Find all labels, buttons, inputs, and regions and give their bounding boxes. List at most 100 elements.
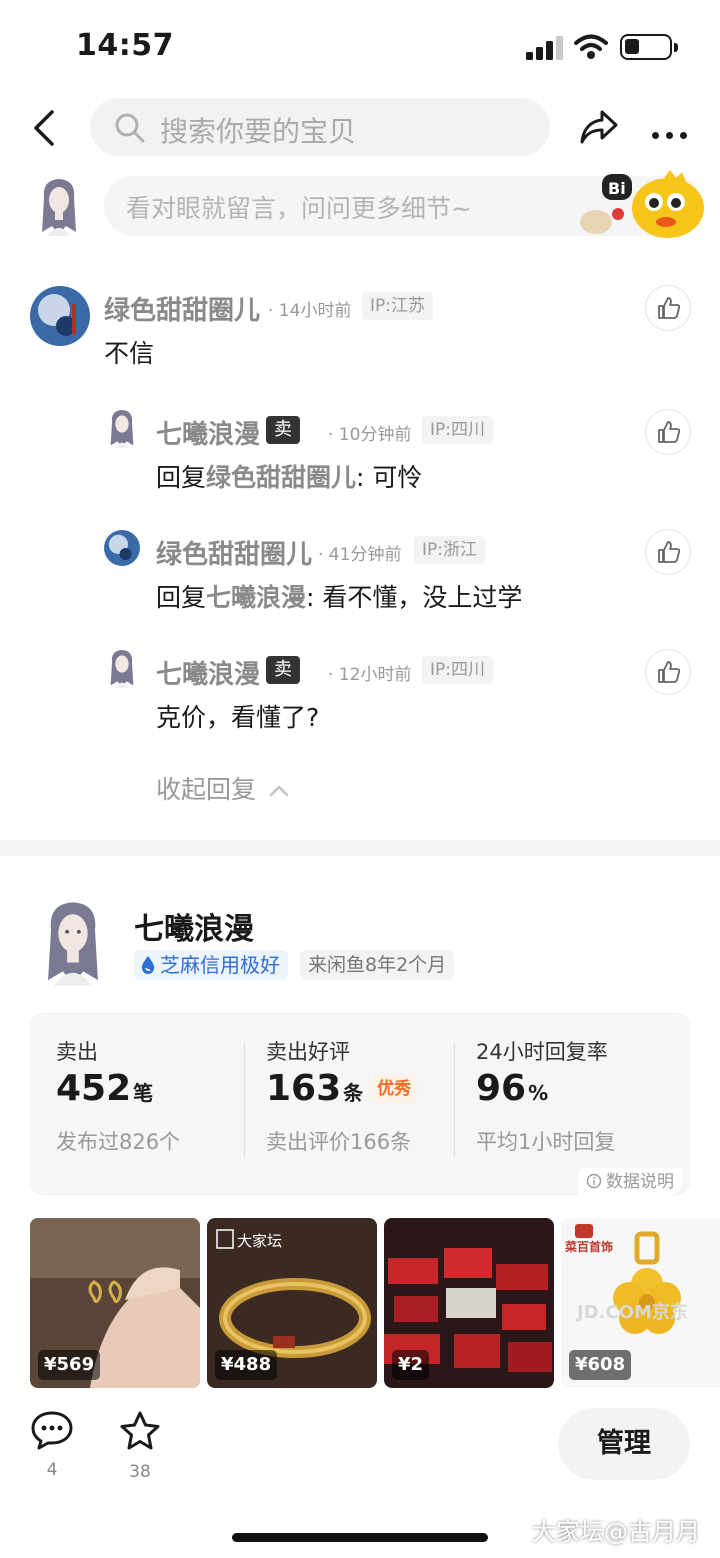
status-bar: 14:57 bbox=[0, 0, 720, 96]
home-indicator bbox=[232, 1533, 488, 1542]
stat-divider bbox=[244, 1042, 245, 1158]
like-button[interactable] bbox=[645, 649, 691, 695]
reply-prefix: 回复 bbox=[156, 583, 207, 612]
comment-bubble-icon bbox=[31, 1411, 73, 1450]
seller-avatar[interactable] bbox=[36, 898, 110, 986]
section-divider bbox=[0, 840, 720, 856]
like-button[interactable] bbox=[645, 529, 691, 575]
product-overlay-text: 大家坛 bbox=[237, 1232, 283, 1250]
wifi-icon bbox=[574, 34, 608, 59]
comment-time: · 14小时前 bbox=[268, 301, 352, 321]
signal-icon bbox=[526, 36, 563, 60]
stat-sold[interactable]: 卖出 452 笔 发布过826个 bbox=[56, 1012, 266, 1196]
reply-body: : 可怜 bbox=[356, 463, 423, 492]
user-avatar bbox=[42, 179, 76, 236]
avatar[interactable] bbox=[104, 648, 140, 688]
top-bar: 搜索你要的宝贝 bbox=[0, 96, 720, 160]
product-strip: ¥569 大家坛 ¥488 ¥2 菜百首饰 JD.COM京东 ¥608 bbox=[30, 1218, 720, 1390]
reply-body: : 看不懂，没上过学 bbox=[306, 583, 523, 612]
credit-badge[interactable]: 芝麻信用极好 bbox=[134, 950, 288, 980]
comment-text: 不信 bbox=[104, 339, 155, 368]
back-icon[interactable] bbox=[30, 108, 60, 148]
status-time: 14:57 bbox=[76, 28, 174, 63]
stat-label: 卖出 bbox=[56, 1040, 98, 1064]
product-price: ¥569 bbox=[38, 1350, 101, 1380]
info-icon bbox=[586, 1173, 602, 1189]
avatar[interactable] bbox=[104, 408, 140, 448]
seller-tag: 卖家 bbox=[266, 656, 300, 708]
ip-badge: IP:四川 bbox=[422, 416, 493, 444]
svg-text:Bi: Bi bbox=[608, 179, 626, 198]
stat-value: 163 条优秀 bbox=[266, 1068, 418, 1109]
stat-value: 452 笔 bbox=[56, 1068, 153, 1109]
comment-input-placeholder: 看对眼就留言，问问更多细节~ bbox=[126, 194, 472, 223]
reply-prefix: 回复 bbox=[156, 463, 207, 492]
collapse-replies-button[interactable]: 收起回复 bbox=[156, 770, 290, 806]
comment-count: 4 bbox=[46, 1460, 58, 1480]
avatar[interactable] bbox=[104, 530, 140, 566]
thumbs-up-icon bbox=[658, 661, 681, 683]
data-explanation-link[interactable]: 数据说明 bbox=[578, 1168, 682, 1196]
manage-button[interactable]: 管理 bbox=[558, 1408, 690, 1480]
seller-tag: 卖家 bbox=[266, 416, 300, 468]
product-price: ¥2 bbox=[392, 1350, 430, 1380]
stat-number: 163 bbox=[266, 1068, 342, 1109]
reply-to-name[interactable]: 绿色甜甜圈儿 bbox=[206, 463, 356, 492]
bottom-action-bar: 4 38 管理 bbox=[0, 1400, 720, 1490]
stat-sub: 发布过826个 bbox=[56, 1130, 181, 1154]
fish-mascot-icon: Bi bbox=[580, 170, 704, 238]
stat-unit: 笔 bbox=[133, 1081, 154, 1105]
chevron-up-icon bbox=[269, 785, 289, 797]
reply-text: 回复七曦浪漫: 看不懂，没上过学 bbox=[156, 578, 522, 614]
reply-author[interactable]: 七曦浪漫 bbox=[156, 414, 260, 451]
credit-label: 芝麻信用极好 bbox=[160, 953, 280, 977]
search-bar[interactable]: 搜索你要的宝贝 bbox=[90, 98, 550, 156]
stat-unit: % bbox=[528, 1081, 549, 1105]
seller-name[interactable]: 七曦浪漫 bbox=[134, 904, 254, 948]
stat-sub: 平均1小时回复 bbox=[476, 1130, 616, 1154]
favorite-count: 38 bbox=[129, 1462, 151, 1482]
stat-sub: 卖出评价166条 bbox=[266, 1130, 412, 1154]
product-price: ¥488 bbox=[215, 1350, 278, 1380]
ip-badge: IP:江苏 bbox=[362, 292, 433, 320]
reply-author[interactable]: 绿色甜甜圈儿 bbox=[156, 534, 312, 571]
product-card[interactable]: ¥569 bbox=[30, 1218, 200, 1388]
stat-reviews[interactable]: 卖出好评 163 条优秀 卖出评价166条 bbox=[266, 1012, 476, 1196]
stat-divider bbox=[454, 1042, 455, 1158]
reply-time: · 10分钟前 bbox=[328, 425, 412, 445]
ip-badge: IP:浙江 bbox=[414, 536, 485, 564]
product-watermark: JD.COM京东 bbox=[577, 1302, 688, 1323]
stat-label: 卖出好评 bbox=[266, 1040, 350, 1064]
ip-badge: IP:四川 bbox=[422, 656, 493, 684]
like-button[interactable] bbox=[645, 285, 691, 331]
battery-icon bbox=[620, 34, 678, 60]
excellent-badge: 优秀 bbox=[371, 1075, 418, 1103]
stat-unit: 条 bbox=[343, 1081, 364, 1105]
credit-drop-icon bbox=[141, 956, 155, 974]
favorite-button[interactable]: 38 bbox=[110, 1410, 170, 1482]
product-card[interactable]: 大家坛 ¥488 bbox=[207, 1218, 377, 1388]
search-placeholder: 搜索你要的宝贝 bbox=[160, 115, 357, 148]
reply-author[interactable]: 七曦浪漫 bbox=[156, 654, 260, 691]
stat-label: 24小时回复率 bbox=[476, 1040, 608, 1064]
more-options-icon[interactable] bbox=[652, 124, 694, 143]
comment-button[interactable]: 4 bbox=[22, 1410, 82, 1480]
watermark: 大家坛@古月月 bbox=[532, 1518, 700, 1546]
star-icon bbox=[120, 1411, 160, 1450]
thumbs-up-icon bbox=[658, 421, 681, 443]
avatar[interactable] bbox=[30, 286, 90, 346]
share-icon[interactable] bbox=[578, 108, 620, 148]
reply-time: · 41分钟前 bbox=[318, 545, 402, 565]
data-explanation-label: 数据说明 bbox=[606, 1172, 674, 1192]
member-since: 来闲鱼8年2个月 bbox=[300, 950, 455, 980]
thumbs-up-icon bbox=[658, 541, 681, 563]
reply-text: 克价，看懂了? bbox=[156, 703, 320, 732]
reply-to-name[interactable]: 七曦浪漫 bbox=[206, 583, 306, 612]
reply-text: 回复绿色甜甜圈儿: 可怜 bbox=[156, 458, 422, 494]
search-icon bbox=[115, 113, 145, 143]
reply-time: · 12小时前 bbox=[328, 665, 412, 685]
product-card[interactable]: 菜百首饰 JD.COM京东 ¥608 bbox=[561, 1218, 720, 1388]
comment-author[interactable]: 绿色甜甜圈儿 bbox=[104, 290, 260, 327]
product-card[interactable]: ¥2 bbox=[384, 1218, 554, 1388]
like-button[interactable] bbox=[645, 409, 691, 455]
